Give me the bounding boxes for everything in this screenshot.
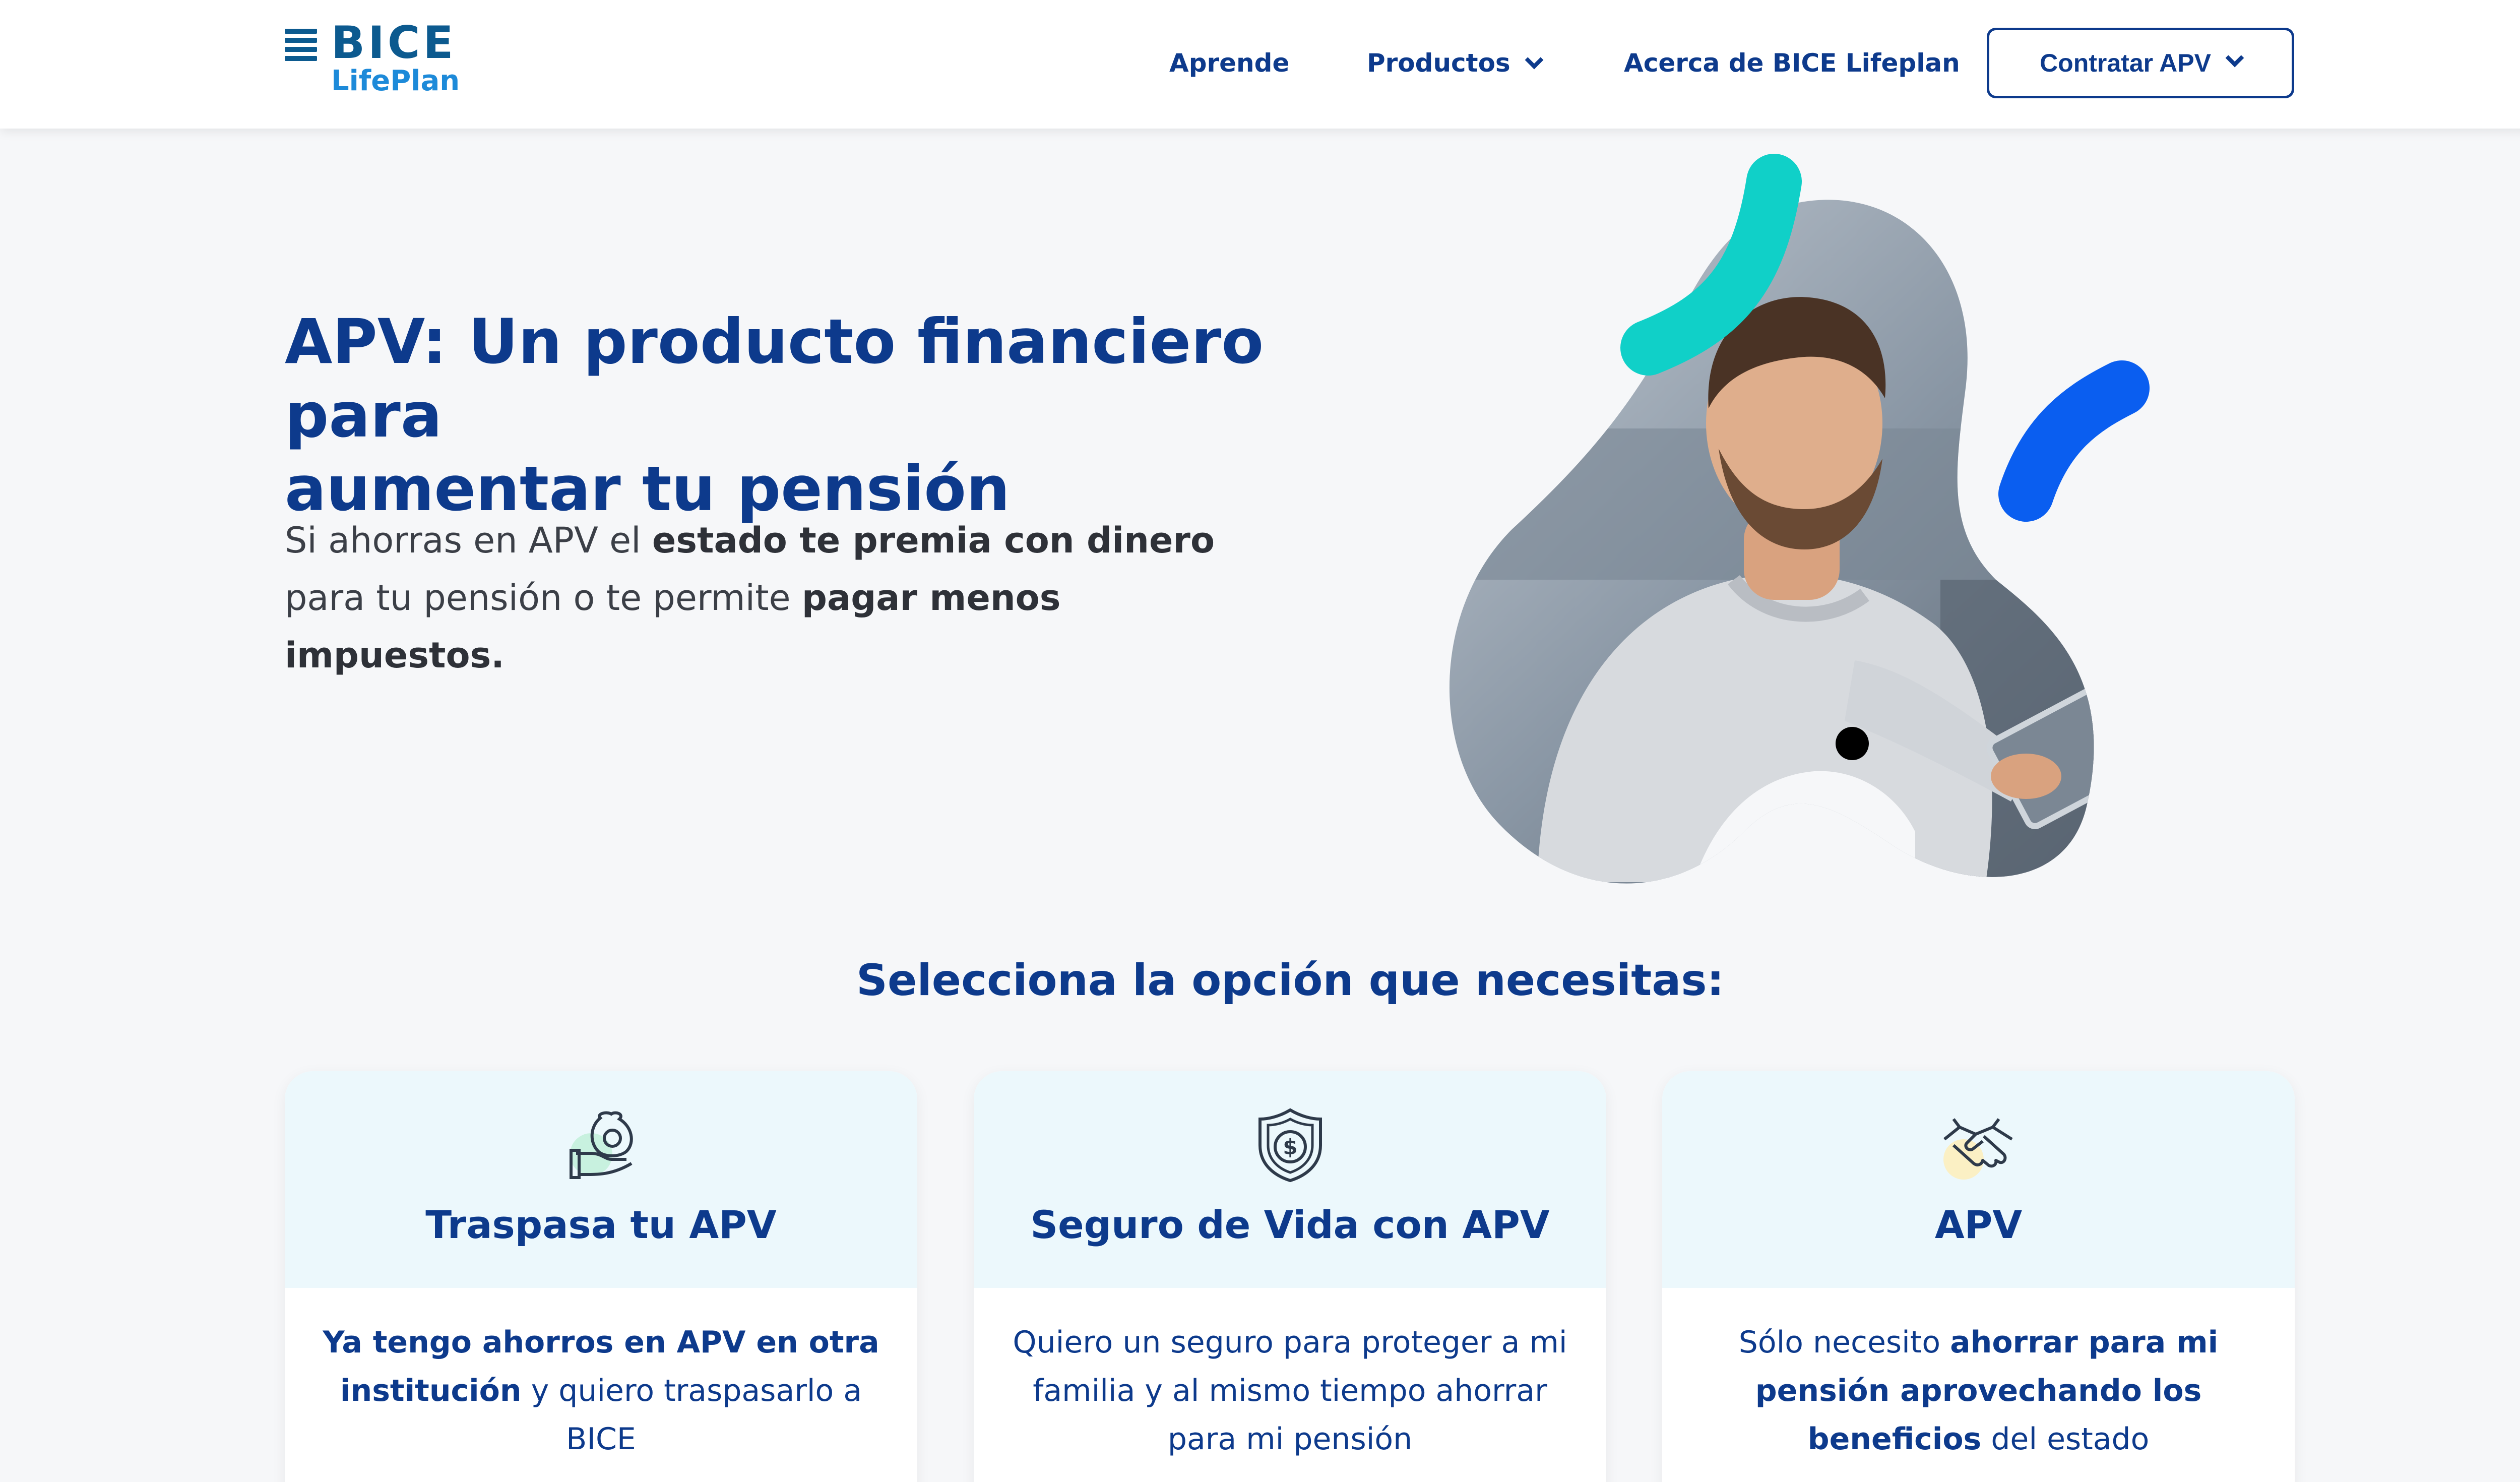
nav-link-acerca-label: Acerca de BICE Lifeplan — [1624, 48, 1960, 78]
handshake-icon — [1943, 1118, 2013, 1180]
bice-lifeplan-logo[interactable]: BICE LifePlan — [285, 21, 460, 103]
card-text: Ya tengo ahorros en APV en otra instituc… — [315, 1318, 887, 1463]
nav-link-productos-label: Productos — [1367, 48, 1510, 78]
contratar-apv-button[interactable]: Contratar APV — [1987, 28, 2294, 98]
chevron-down-icon — [1525, 50, 1544, 70]
section-title: Selecciona la opción que necesitas: — [856, 955, 1724, 1006]
logo-bars-icon — [285, 29, 317, 61]
money-bag-hand-icon — [569, 1111, 633, 1179]
svg-text:$: $ — [1283, 1135, 1297, 1159]
hero-illustration — [1449, 154, 2150, 884]
photo-blob — [1449, 200, 2094, 884]
card-text-rest: y quiero traspasarlo a BICE — [521, 1373, 862, 1457]
hero-title-strong: APV: — [285, 306, 447, 378]
option-card-traspasa[interactable]: Traspasa tu APV Ya tengo ahorros en APV … — [285, 1071, 917, 1482]
card-text-2: del estado — [1981, 1422, 2150, 1457]
hero-description: Si ahorras en APV el estado te premia co… — [285, 512, 1242, 684]
logo-text-lifeplan: LifePlan — [331, 65, 460, 97]
contratar-apv-label: Contratar APV — [2040, 49, 2211, 77]
shield-dollar-icon: $ — [1258, 1108, 1322, 1183]
top-navbar: BICE LifePlan Aprende Productos Acerca d… — [0, 0, 2520, 129]
nav-link-acerca[interactable]: Acerca de BICE Lifeplan — [1624, 48, 1960, 78]
card-title: APV — [1934, 1202, 2023, 1247]
hero-text-bold-1: estado te premia con dinero — [652, 520, 1215, 561]
nav-link-productos[interactable]: Productos — [1367, 48, 1544, 78]
option-card-apv[interactable]: APV Sólo necesito ahorrar para mi pensió… — [1662, 1071, 2295, 1482]
nav-link-aprende[interactable]: Aprende — [1169, 48, 1289, 78]
card-text: Sólo necesito ahorrar para mi pensión ap… — [1692, 1318, 2264, 1463]
chevron-down-icon — [2225, 48, 2244, 68]
card-text: Quiero un seguro para proteger a mi fami… — [1013, 1325, 1567, 1457]
card-title: Traspasa tu APV — [425, 1202, 777, 1247]
card-text-1: Sólo necesito — [1738, 1325, 1950, 1360]
logo-text-bice: BICE — [331, 17, 457, 69]
card-title: Seguro de Vida con APV — [1030, 1202, 1550, 1247]
hero-text-1: Si ahorras en APV el — [285, 520, 652, 561]
nav-link-aprende-label: Aprende — [1169, 48, 1290, 78]
hero-title: APV: Un producto financiero para aumenta… — [285, 305, 1343, 526]
hero-text-2: para tu pensión o te permite — [285, 577, 802, 619]
option-card-seguro-vida[interactable]: $ Seguro de Vida con APV Quiero un segur… — [974, 1071, 1606, 1482]
